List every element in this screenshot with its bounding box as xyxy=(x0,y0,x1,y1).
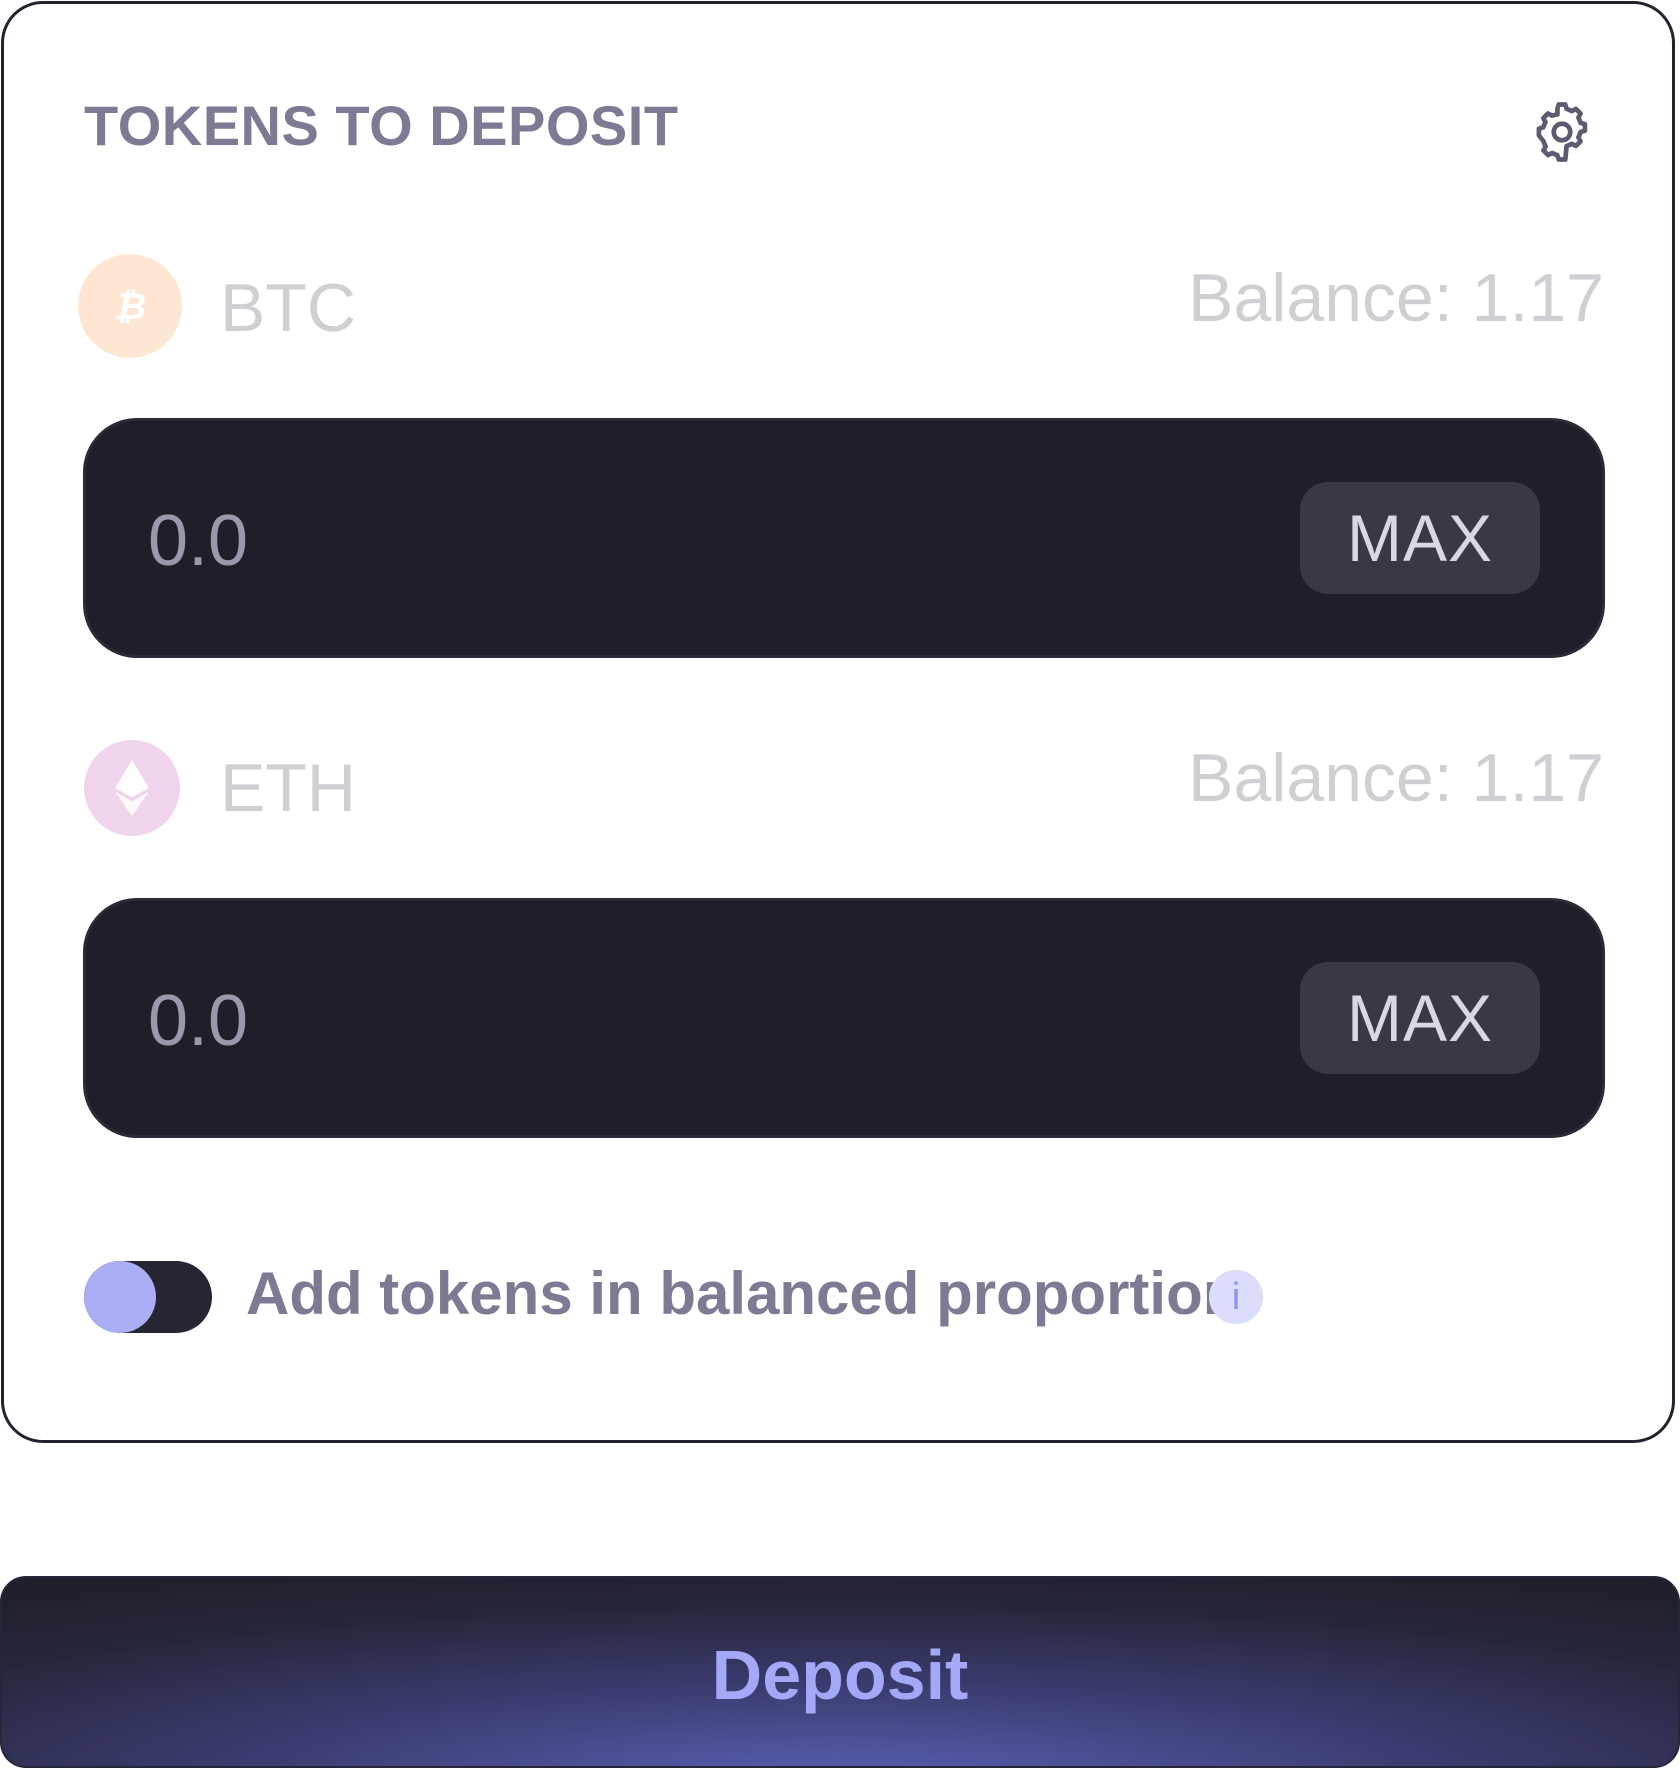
balanced-proportion-row: Add tokens in balanced proportion i xyxy=(84,1258,1384,1334)
amount-field-btc: MAX xyxy=(83,418,1605,658)
token-balance: Balance: 1.17 xyxy=(1188,740,1604,816)
amount-input-eth[interactable] xyxy=(148,981,1048,1061)
token-symbol: BTC xyxy=(220,270,356,346)
max-button-btc[interactable]: MAX xyxy=(1300,482,1540,594)
balanced-proportion-label: Add tokens in balanced proportion xyxy=(246,1260,1240,1327)
info-icon[interactable]: i xyxy=(1209,1270,1263,1324)
toggle-knob xyxy=(84,1261,156,1333)
balanced-proportion-toggle[interactable] xyxy=(84,1261,212,1333)
gear-icon xyxy=(1536,102,1588,162)
svg-text:₿: ₿ xyxy=(114,286,146,327)
ethereum-icon xyxy=(84,740,180,836)
token-row-btc: ₿ BTC Balance: 1.17 xyxy=(78,254,1604,364)
card-title: TOKENS TO DEPOSIT xyxy=(84,94,679,157)
deposit-button[interactable]: Deposit xyxy=(0,1576,1680,1768)
token-symbol: ETH xyxy=(220,750,356,826)
max-button-eth[interactable]: MAX xyxy=(1300,962,1540,1074)
bitcoin-icon: ₿ xyxy=(78,254,182,358)
deposit-card: TOKENS TO DEPOSIT ₿ BTC Balance: 1.17 MA… xyxy=(1,1,1675,1443)
settings-button[interactable] xyxy=(1526,96,1598,168)
amount-input-btc[interactable] xyxy=(148,501,1048,581)
token-row-eth: ETH Balance: 1.17 xyxy=(78,734,1604,844)
token-balance: Balance: 1.17 xyxy=(1188,260,1604,336)
amount-field-eth: MAX xyxy=(83,898,1605,1138)
